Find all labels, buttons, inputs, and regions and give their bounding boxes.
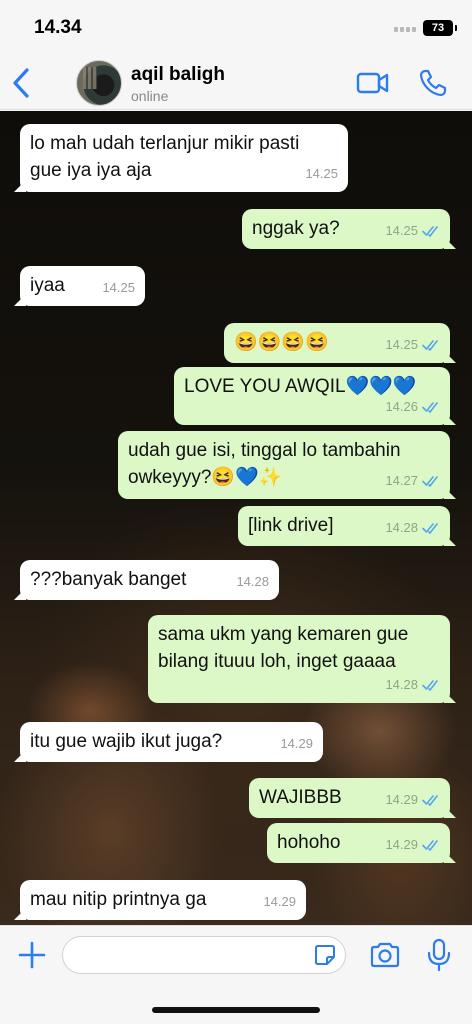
contact-status: online [131, 88, 169, 104]
back-chevron-icon [13, 68, 29, 98]
double-check-icon [422, 522, 438, 534]
back-button[interactable] [8, 64, 38, 102]
phone-call-icon [419, 69, 447, 97]
double-check-icon [422, 475, 438, 487]
plus-icon [18, 941, 46, 969]
incoming-message[interactable]: mau nitip printnya ga 14.29 [20, 880, 306, 920]
microphone-icon [427, 938, 451, 972]
message-meta: 14.29 [263, 888, 296, 915]
outgoing-message[interactable]: hohoho 14.29 [267, 823, 450, 863]
message-time: 14.25 [102, 280, 135, 295]
message-time: 14.29 [280, 736, 313, 751]
signal-icon [394, 27, 416, 32]
sticker-button[interactable] [313, 943, 337, 967]
camera-icon [370, 942, 400, 968]
double-check-icon [422, 225, 438, 237]
message-text: sama ukm yang kemaren gue bilang ituuu l… [158, 624, 409, 672]
message-meta: 14.25 [385, 331, 440, 358]
message-time: 14.25 [385, 337, 418, 352]
chat-area[interactable]: lo mah udah terlanjur mikir pasti gue iy… [0, 111, 472, 925]
outgoing-message[interactable]: WAJIBBB 14.29 [249, 778, 450, 818]
status-bar: 14.34 73 [0, 0, 472, 56]
double-check-icon [422, 401, 438, 413]
contact-avatar[interactable] [76, 60, 122, 106]
sticker-icon [315, 945, 335, 965]
voice-call-button[interactable] [418, 68, 448, 98]
incoming-message[interactable]: lo mah udah terlanjur mikir pasti gue iy… [20, 124, 348, 192]
microphone-button[interactable] [426, 938, 452, 972]
incoming-message[interactable]: ???banyak banget 14.28 [20, 560, 279, 600]
incoming-message[interactable]: itu gue wajib ikut juga? 14.29 [20, 722, 323, 762]
incoming-message[interactable]: iyaa 14.25 [20, 266, 145, 306]
composer-bar [0, 925, 472, 1024]
message-time: 14.28 [236, 574, 269, 589]
message-time: 14.26 [385, 399, 418, 414]
message-time: 14.28 [385, 677, 418, 692]
message-meta: 14.29 [280, 730, 313, 757]
message-time: 14.29 [385, 837, 418, 852]
message-meta: 14.25 [305, 160, 338, 187]
message-meta: 14.28 [236, 568, 269, 595]
status-time: 14.34 [34, 17, 82, 38]
double-check-icon [422, 339, 438, 351]
message-time: 14.25 [385, 223, 418, 238]
double-check-icon [422, 679, 438, 691]
message-time: 14.29 [263, 894, 296, 909]
chat-header: aqil baligh online [0, 56, 472, 110]
message-time: 14.28 [385, 520, 418, 535]
battery-icon: 73 [423, 20, 457, 36]
outgoing-message[interactable]: nggak ya? 14.25 [242, 209, 450, 249]
message-text: ???banyak banget [30, 569, 187, 590]
message-meta: 14.25 [385, 217, 440, 244]
outgoing-message[interactable]: sama ukm yang kemaren gue bilang ituuu l… [148, 615, 450, 703]
message-text: itu gue wajib ikut juga? [30, 731, 223, 752]
video-call-button[interactable] [356, 70, 390, 96]
attach-button[interactable] [17, 940, 47, 970]
camera-button[interactable] [369, 940, 401, 970]
message-time: 14.25 [305, 166, 338, 181]
message-text: lo mah udah terlanjur mikir pasti gue iy… [30, 133, 300, 181]
contact-name[interactable]: aqil baligh [131, 64, 225, 86]
message-meta: 14.26 [385, 393, 440, 420]
message-time: 14.29 [385, 792, 418, 807]
outgoing-message[interactable]: 😆😆😆😆 14.25 [224, 323, 450, 363]
message-text: mau nitip printnya ga [30, 889, 207, 910]
message-meta: 14.25 [102, 274, 135, 301]
home-indicator [152, 1007, 320, 1013]
message-meta: 14.27 [385, 467, 440, 494]
double-check-icon [422, 794, 438, 806]
outgoing-message[interactable]: udah gue isi, tinggal lo tambahin owkeyy… [118, 431, 450, 499]
message-meta: 14.28 [385, 514, 440, 541]
video-call-icon [356, 72, 389, 94]
message-input[interactable] [62, 936, 346, 974]
message-meta: 14.28 [385, 671, 440, 698]
outgoing-message[interactable]: LOVE YOU AWQIL💙💙💙 14.26 [174, 367, 450, 425]
message-time: 14.27 [385, 473, 418, 488]
outgoing-message[interactable]: [link drive] 14.28 [238, 506, 450, 546]
message-meta: 14.29 [385, 786, 440, 813]
double-check-icon [422, 839, 438, 851]
message-meta: 14.29 [385, 831, 440, 858]
